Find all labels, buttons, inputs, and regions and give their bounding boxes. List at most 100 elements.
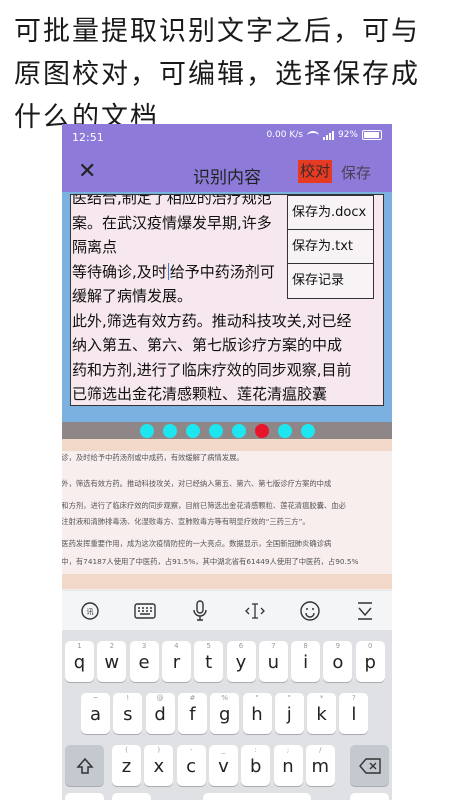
save-records-item[interactable]: 保存记录 <box>288 264 373 298</box>
key-hint: ) <box>157 746 161 754</box>
key-o[interactable]: 9o <box>323 641 353 682</box>
save-as-txt-item[interactable]: 保存为.txt <box>288 230 373 264</box>
save-format-menu: 保存为.docx 保存为.txt 保存记录 <box>287 195 374 299</box>
key-i[interactable]: 8i <box>291 641 321 682</box>
promo-line-1: 可批量提取识别文字之后，可与 <box>14 16 420 47</box>
app-bar: ✕ 识别内容 校对 保存 <box>62 152 392 192</box>
key-u[interactable]: 7u <box>258 641 288 682</box>
key-v[interactable]: _ v <box>208 745 238 786</box>
key-a[interactable]: ~ a <box>81 693 110 734</box>
key-label: e <box>138 652 150 673</box>
page-dot-active[interactable] <box>254 423 269 438</box>
key-d[interactable]: @ d <box>145 693 175 734</box>
key-w[interactable]: 2w <box>97 641 127 682</box>
key-k[interactable]: * k <box>307 693 337 734</box>
editor-line-part: 等待确诊,及时 <box>72 262 167 281</box>
key-label: x <box>153 756 165 777</box>
preview-text-row: 此外，筛选有效方药。推动科技攻关，对已经纳入第五、第六、第七版诊疗方案的中成 <box>62 479 332 488</box>
save-button[interactable]: 保存 <box>341 162 371 183</box>
emoji-icon[interactable] <box>295 596 325 626</box>
key-x[interactable]: ) x <box>144 745 174 786</box>
key-hint: ! <box>126 694 130 702</box>
proofread-button[interactable]: 校对 <box>298 160 333 183</box>
key-label: f <box>189 704 196 725</box>
status-time: 12:51 <box>72 131 104 144</box>
key-b[interactable]: :b <box>241 745 271 786</box>
key-j[interactable]: " j <box>274 693 304 734</box>
key-s[interactable]: ! s <box>113 693 143 734</box>
editor-line: 药和方剂,进行了临床疗效的同步观察,目前 <box>72 360 352 379</box>
battery-icon <box>362 130 382 140</box>
key-label: n <box>282 756 294 777</box>
key-y[interactable]: 6y <box>226 641 256 682</box>
key-label: m <box>311 756 330 777</box>
key-hint: ~ <box>92 694 99 702</box>
key-partial[interactable] <box>65 793 104 800</box>
collapse-keyboard-icon[interactable] <box>350 596 380 626</box>
key-label: i <box>303 652 309 673</box>
text-cursor <box>167 262 169 280</box>
key-label: v <box>218 756 229 777</box>
page-dot[interactable] <box>300 423 315 438</box>
key-hint: 3 <box>141 642 147 650</box>
keyboard: 1 q 2 w 3 e 4 r 5 t 6 y 7 u 8 i 9 o 0 p ~ a! s @ d # f% g " h " j * k? l(z… <box>62 630 392 800</box>
key-l[interactable]: ? l <box>339 693 369 734</box>
battery-percent: 92% <box>337 130 358 140</box>
key-r[interactable]: 4r <box>161 641 191 682</box>
key-label: a <box>89 704 102 725</box>
key-z[interactable]: (z <box>112 745 141 786</box>
page-dot[interactable] <box>231 423 246 438</box>
editor-line-part: 给予中药汤剂可 <box>169 262 275 281</box>
key-q[interactable]: 1q <box>65 641 94 682</box>
key-hint: 0 <box>367 642 373 650</box>
page-dot[interactable] <box>208 423 223 438</box>
key-partial[interactable] <box>112 793 151 800</box>
signal-icon <box>322 130 334 140</box>
status-icons: 0.00 K/s 92% <box>266 130 382 140</box>
backspace-icon <box>358 758 381 774</box>
key-p[interactable]: 0p <box>355 641 385 682</box>
wifi-icon <box>306 130 319 140</box>
save-as-docx-item[interactable]: 保存为.docx <box>288 196 373 230</box>
preview-text-row: 中医药发挥重要作用，成为这次疫情防控的一大亮点。数据显示，全国新冠肺炎确诊病 <box>62 539 332 548</box>
promo-caption: 可批量提取识别文字之后，可与 原图校对，可编辑，选择保存成 什么的文档 <box>14 10 444 139</box>
editor-line: 已筛选出金花清感颗粒、莲花清瘟胶囊 <box>72 385 328 403</box>
key-hint: # <box>189 694 196 702</box>
key-f[interactable]: # f <box>177 693 207 734</box>
space-key[interactable] <box>203 793 311 800</box>
page-dot[interactable] <box>185 423 200 438</box>
key-label: d <box>154 704 166 725</box>
key-e[interactable]: 3e <box>129 641 159 682</box>
page-dot[interactable] <box>277 423 292 438</box>
key-n[interactable]: ; n <box>273 745 303 786</box>
key-h[interactable]: " h <box>242 693 272 734</box>
key-hint: @ <box>156 694 164 702</box>
key-label: g <box>218 704 231 725</box>
key-g[interactable]: % g <box>210 693 240 734</box>
key-hint: 6 <box>238 642 244 650</box>
source-image-preview: 确诊，及时给予中药汤剂或中成药，有效缓解了病情发展。 此外，筛选有效方药。推动科技… <box>62 439 392 589</box>
key-t[interactable]: 5t <box>194 641 224 682</box>
key-partial[interactable] <box>350 793 389 800</box>
key-label: y <box>235 652 247 673</box>
keyboard-icon[interactable] <box>130 596 160 626</box>
key-hint: 2 <box>109 642 115 650</box>
key-m[interactable]: / m <box>305 745 335 786</box>
key-hint: 5 <box>206 642 211 650</box>
key-label: w <box>104 652 120 673</box>
key-hint: % <box>221 694 229 702</box>
key-label: p <box>364 652 376 673</box>
svg-text:讯: 讯 <box>86 608 93 616</box>
key-label: l <box>351 704 357 725</box>
phone-screen: 12:51 0.00 K/s 92% ✕ 识别内容 校对 保存 医结合,制定了相… <box>62 124 392 800</box>
editor-line: 纳入第五、第六、第七版诊疗方案的中成 <box>72 336 343 354</box>
shift-key[interactable] <box>65 745 104 786</box>
microphone-icon[interactable] <box>185 596 215 626</box>
key-hint: _ <box>221 746 226 754</box>
voice-input-icon[interactable]: 讯 <box>75 596 105 626</box>
backspace-key[interactable] <box>350 745 389 786</box>
page-dot[interactable] <box>139 423 154 438</box>
page-dot[interactable] <box>162 423 177 438</box>
key-c[interactable]: -c <box>176 745 206 786</box>
cursor-move-icon[interactable] <box>240 596 270 626</box>
